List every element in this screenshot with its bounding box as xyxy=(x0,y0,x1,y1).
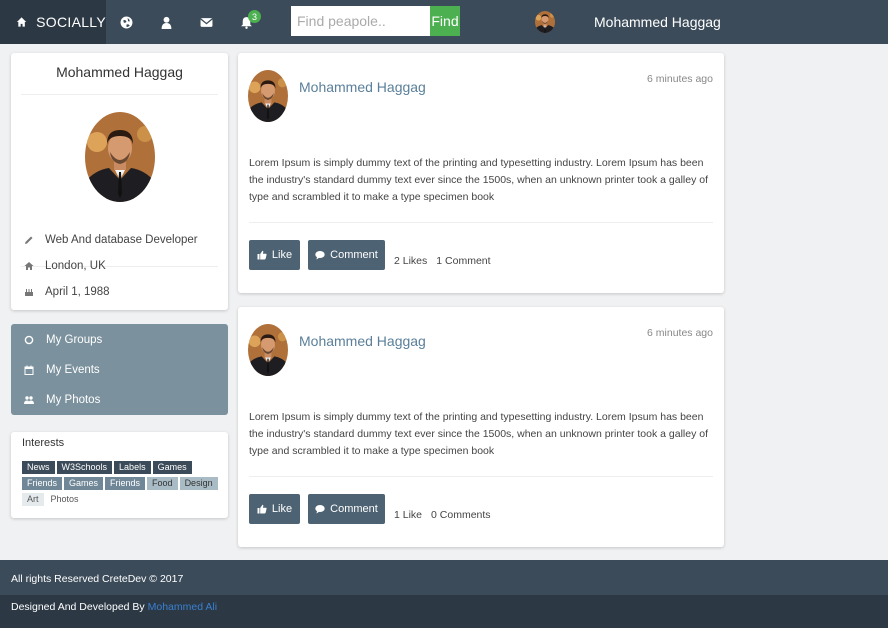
interests-card: Interests News W3Schools Labels Games Fr… xyxy=(11,432,228,518)
search-form: Find xyxy=(291,6,460,36)
post-card: Mohammed Haggag 6 minutes ago Lorem Ipsu… xyxy=(238,53,724,293)
interest-tag[interactable]: Games xyxy=(152,461,192,474)
copyright-text: All rights Reserved CreteDev © 2017 xyxy=(11,573,184,585)
comment-button[interactable]: Comment xyxy=(308,240,385,270)
nav-notifications-button[interactable]: 3 xyxy=(226,0,266,44)
divider xyxy=(249,222,713,223)
circle-icon xyxy=(24,335,34,345)
thumbs-up-icon xyxy=(257,504,267,514)
nav-globe-button[interactable] xyxy=(106,0,146,44)
profile-location-row: London, UK xyxy=(22,260,106,272)
comment-button-label: Comment xyxy=(330,249,378,261)
post-timestamp: 6 minutes ago xyxy=(647,327,713,339)
likes-count[interactable]: 2 Likes xyxy=(394,255,427,267)
side-menu: My Groups My Events My Photos xyxy=(11,324,228,415)
profile-name: Mohammed Haggag xyxy=(21,53,218,95)
comments-count[interactable]: 1 Comment xyxy=(436,255,490,267)
profile-card: Mohammed Haggag Web And database Develop… xyxy=(11,53,228,310)
search-input[interactable] xyxy=(291,6,430,36)
post-stats: 2 Likes 1 Comment xyxy=(394,255,491,267)
menu-item-photos[interactable]: My Photos xyxy=(23,394,100,406)
interest-tag[interactable]: Food xyxy=(147,477,178,490)
interest-tag[interactable]: Friends xyxy=(105,477,146,490)
post-author-link[interactable]: Mohammed Haggag xyxy=(299,333,426,349)
footer-credits: Designed And Developed By Mohammed Ali xyxy=(0,595,888,628)
menu-item-events[interactable]: My Events xyxy=(23,364,100,376)
post-timestamp: 6 minutes ago xyxy=(647,73,713,85)
home-icon xyxy=(16,17,27,27)
avatar-image xyxy=(535,11,555,33)
thumbs-up-icon xyxy=(257,250,267,260)
like-button[interactable]: Like xyxy=(249,494,300,524)
home-icon xyxy=(24,262,33,270)
avatar-image xyxy=(248,324,288,376)
author-link[interactable]: Mohammed Ali xyxy=(148,601,217,613)
profile-job: Web And database Developer xyxy=(45,234,198,246)
likes-count[interactable]: 1 Like xyxy=(394,509,422,521)
divider xyxy=(249,476,713,477)
interest-tag[interactable]: Art xyxy=(22,493,44,506)
avatar-image xyxy=(248,70,288,122)
menu-item-groups[interactable]: My Groups xyxy=(23,334,102,346)
post-author-link[interactable]: Mohammed Haggag xyxy=(299,79,426,95)
profile-avatar xyxy=(85,112,155,202)
interests-title: Interests xyxy=(22,437,65,449)
interest-tag[interactable]: Friends xyxy=(22,477,63,490)
interest-tag[interactable]: Photos xyxy=(46,493,84,506)
user-icon xyxy=(161,16,171,29)
notification-badge: 3 xyxy=(248,10,261,23)
avatar-image xyxy=(85,112,155,202)
brand-home-link[interactable]: SOCIALLY xyxy=(0,0,106,44)
post-body: Lorem Ipsum is simply dummy text of the … xyxy=(249,411,709,457)
nav-user-name[interactable]: Mohammed Haggag xyxy=(594,14,721,30)
birthday-cake-icon xyxy=(24,289,33,296)
post-author-avatar[interactable] xyxy=(248,324,288,376)
post-stats: 1 Like 0 Comments xyxy=(394,509,491,521)
footer-copyright: All rights Reserved CreteDev © 2017 xyxy=(0,560,888,595)
comment-button-label: Comment xyxy=(330,503,378,515)
nav-avatar[interactable] xyxy=(535,11,555,33)
menu-item-label: My Groups xyxy=(46,334,103,346)
nav-profile-button[interactable] xyxy=(146,0,186,44)
interest-tag[interactable]: Labels xyxy=(114,461,151,474)
post-card: Mohammed Haggag 6 minutes ago Lorem Ipsu… xyxy=(238,307,724,547)
credits-text: Designed And Developed By xyxy=(11,601,145,613)
comments-count[interactable]: 0 Comments xyxy=(431,509,491,521)
profile-birthday-row: April 1, 1988 xyxy=(22,286,110,298)
profile-job-row: Web And database Developer xyxy=(22,234,198,246)
menu-item-label: My Photos xyxy=(46,394,101,406)
menu-item-label: My Events xyxy=(46,364,100,376)
profile-birthday: April 1, 1988 xyxy=(45,286,110,298)
interests-tags: News W3Schools Labels Games Friends Game… xyxy=(22,461,222,506)
envelope-icon xyxy=(199,17,213,27)
profile-location: London, UK xyxy=(45,260,106,272)
pencil-icon xyxy=(24,236,32,244)
comment-icon xyxy=(315,505,325,514)
interest-tag[interactable]: Design xyxy=(179,477,218,490)
nav-messages-button[interactable] xyxy=(186,0,226,44)
post-author-avatar[interactable] xyxy=(248,70,288,122)
interest-tag[interactable]: News xyxy=(22,461,55,474)
users-icon xyxy=(24,396,34,404)
interest-tag[interactable]: W3Schools xyxy=(56,461,113,474)
comment-button[interactable]: Comment xyxy=(308,494,385,524)
like-button[interactable]: Like xyxy=(249,240,300,270)
brand-name: SOCIALLY xyxy=(36,14,106,30)
globe-icon xyxy=(120,16,132,28)
like-button-label: Like xyxy=(271,503,293,515)
like-button-label: Like xyxy=(271,249,293,261)
interest-tag[interactable]: Games xyxy=(64,477,104,490)
find-button[interactable]: Find xyxy=(430,6,460,36)
calendar-icon xyxy=(24,365,34,375)
post-body: Lorem Ipsum is simply dummy text of the … xyxy=(249,157,709,203)
comment-icon xyxy=(315,251,325,260)
top-navbar: SOCIALLY 3 Find Mohammed Haggag xyxy=(0,0,888,44)
